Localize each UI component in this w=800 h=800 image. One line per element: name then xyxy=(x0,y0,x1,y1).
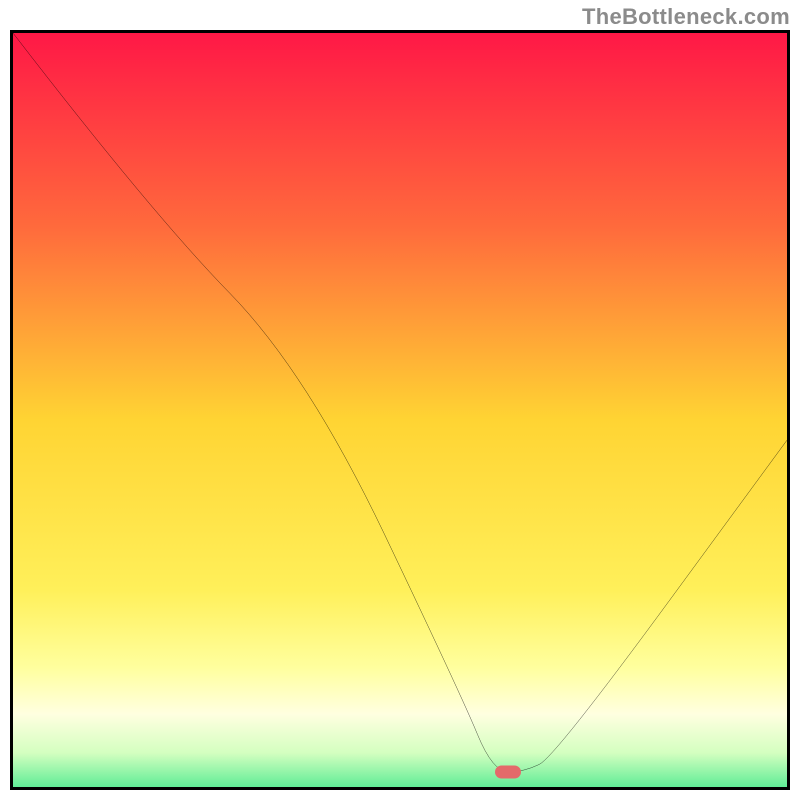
watermark-text: TheBottleneck.com xyxy=(582,4,790,30)
bottleneck-curve xyxy=(13,33,787,787)
chart-area xyxy=(10,30,790,790)
optimal-marker xyxy=(495,765,521,778)
